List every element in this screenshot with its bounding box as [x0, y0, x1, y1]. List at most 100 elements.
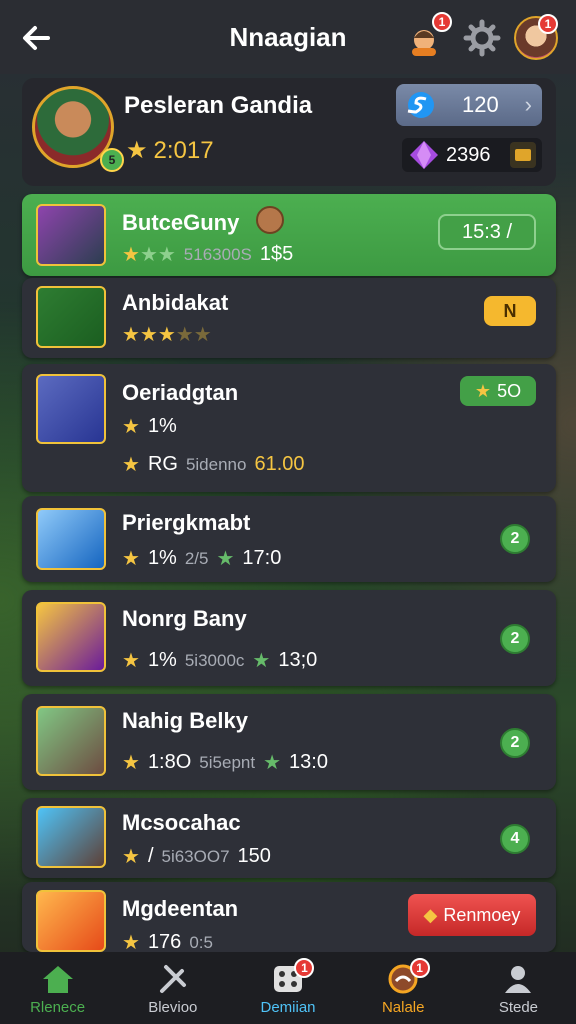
- item-meta: ★ 1% 2/5 ★ 17:0: [122, 546, 281, 571]
- coin-balance-button[interactable]: 120 ›: [396, 84, 542, 126]
- item-points: 17:0: [242, 547, 282, 569]
- friends-notification-badge: 1: [432, 12, 452, 32]
- action-button[interactable]: 2: [500, 728, 530, 758]
- list-item[interactable]: ButceGuny ★★★ 516300S 1$5 15:3 /: [22, 194, 556, 276]
- nav-label: Blevioo: [148, 999, 198, 1016]
- action-label: 5O: [497, 380, 522, 401]
- item-stat: 5i3000c: [184, 650, 245, 670]
- back-button[interactable]: [18, 20, 54, 56]
- star-icon: ★: [122, 416, 140, 438]
- nav-games[interactable]: 1 Demiian: [230, 952, 345, 1024]
- nav-rewards[interactable]: 1 Nalale: [346, 952, 461, 1024]
- item-rating: RG: [147, 453, 178, 475]
- gem-balance[interactable]: 2396: [402, 138, 542, 172]
- stars-text: 1%: [147, 547, 177, 569]
- list-item[interactable]: Mgdeentan ★ 176 0:5 ◆ Renmoey: [22, 882, 556, 954]
- settings-button[interactable]: [460, 16, 504, 60]
- list-item[interactable]: Oeriadgtan ★ 1% ★ RG 5idenno 61.00 ★ 5O: [22, 364, 556, 492]
- top-bar: Nnaagian 1 1: [0, 0, 576, 74]
- chest-icon: [510, 142, 536, 168]
- avatar-icon: [256, 206, 284, 234]
- item-name: Mgdeentan: [122, 896, 239, 921]
- stars-text: 176: [147, 931, 182, 953]
- action-button[interactable]: 15:3 /: [438, 214, 536, 250]
- item-name: Oeriadgtan: [122, 380, 239, 405]
- item-points: 61.00: [254, 453, 305, 475]
- gear-icon: [463, 19, 501, 57]
- profile-name: Pesleran Gandia: [124, 92, 313, 119]
- list-item[interactable]: Nonrg Bany ★ 1% 5i3000c ★ 13;0 2: [22, 590, 556, 686]
- coin-value: 120: [461, 92, 499, 117]
- game-thumbnail: [36, 204, 106, 266]
- nav-label: Demiian: [260, 999, 316, 1016]
- user-avatar-button[interactable]: 1: [514, 14, 558, 60]
- nav-home[interactable]: Rlenece: [0, 952, 115, 1024]
- star-icon: ★: [122, 650, 140, 672]
- coin-icon: [407, 92, 434, 118]
- list-item[interactable]: Anbidakat ★★★★★ N: [22, 278, 556, 358]
- rating-stars: ★★★★★: [122, 324, 212, 346]
- item-stat: 5i5epnt: [199, 752, 256, 772]
- star-icon: ★: [474, 380, 492, 401]
- action-button[interactable]: 4: [500, 824, 530, 854]
- item-count: 1$5: [259, 243, 294, 265]
- action-button[interactable]: N: [484, 296, 536, 326]
- tag-icon: ◆: [423, 904, 438, 925]
- item-name: Nahig Belky: [122, 708, 248, 733]
- game-thumbnail: [36, 806, 106, 868]
- nav-label: Rlenece: [30, 999, 86, 1016]
- nav-profile[interactable]: Stede: [461, 952, 576, 1024]
- item-name: Mcsocahac: [122, 810, 241, 835]
- game-thumbnail: [36, 374, 106, 444]
- home-icon: [42, 966, 73, 993]
- item-points: 13:0: [289, 751, 328, 773]
- item-stat: 2/5: [184, 548, 209, 568]
- item-name: Nonrg Bany: [122, 606, 247, 631]
- item-meta: ★ 1% 5i3000c ★ 13;0: [122, 648, 317, 673]
- game-thumbnail: [36, 508, 106, 570]
- item-stars: ★ 1%: [122, 414, 177, 439]
- item-points: 13;0: [278, 649, 318, 671]
- list-item[interactable]: Nahig Belky ★ 1:8O 5i5epnt ★ 13:0 2: [22, 694, 556, 790]
- nav-label: Stede: [498, 999, 539, 1016]
- action-button[interactable]: ★ 5O: [460, 376, 536, 406]
- item-stat: 5idenno: [185, 454, 247, 474]
- item-stat: 516300S: [183, 244, 252, 264]
- profile-card: 5 Pesleran Gandia ★ 2:017 120 › 2396: [22, 78, 556, 186]
- nav-notification-badge: 1: [409, 958, 430, 978]
- avatar-notification-badge: 1: [538, 14, 558, 34]
- back-arrow-icon: [23, 26, 50, 50]
- item-name: Priergkmabt: [122, 510, 251, 535]
- chevron-right-icon: ›: [524, 92, 532, 117]
- item-stat: 0:5: [189, 932, 213, 952]
- star-icon: ★: [216, 548, 235, 570]
- gem-icon: [410, 141, 438, 169]
- star-icon: ★: [122, 846, 140, 868]
- nav-browse[interactable]: Blevioo: [115, 952, 230, 1024]
- rating-stars: ★★★: [122, 244, 176, 266]
- star-icon: ★: [263, 752, 282, 774]
- item-meta: ★ / 5i63OO7 150: [122, 844, 271, 869]
- action-button[interactable]: 2: [500, 524, 530, 554]
- action-button[interactable]: 2: [500, 624, 530, 654]
- item-points: 150: [237, 845, 271, 867]
- stars-text: /: [147, 845, 154, 867]
- list-item[interactable]: Mcsocahac ★ / 5i63OO7 150 4: [22, 798, 556, 878]
- game-thumbnail: [36, 286, 106, 348]
- star-icon: ★: [126, 137, 148, 164]
- friends-button[interactable]: 1: [404, 12, 452, 60]
- nav-label: Nalale: [381, 999, 425, 1016]
- redeem-button[interactable]: ◆ Renmoey: [408, 894, 536, 936]
- stars-text: 1:8O: [147, 751, 192, 773]
- item-meta: ★★★ 516300S 1$5: [122, 242, 293, 267]
- list-item[interactable]: Priergkmabt ★ 1% 2/5 ★ 17:0 2: [22, 496, 556, 582]
- game-thumbnail: [36, 706, 106, 776]
- item-meta: ★ RG 5idenno 61.00: [122, 452, 305, 477]
- redeem-label: Renmoey: [443, 904, 521, 925]
- item-stat: 5i63OO7: [161, 846, 230, 866]
- item-name: ButceGuny: [122, 210, 240, 235]
- star-icon: ★: [122, 454, 140, 476]
- bottom-navigation: Rlenece Blevioo 1 Demiian 1 Nalale Stede: [0, 952, 576, 1024]
- item-meta: ★ 1:8O 5i5epnt ★ 13:0: [122, 750, 328, 775]
- stars-text: 1%: [147, 649, 177, 671]
